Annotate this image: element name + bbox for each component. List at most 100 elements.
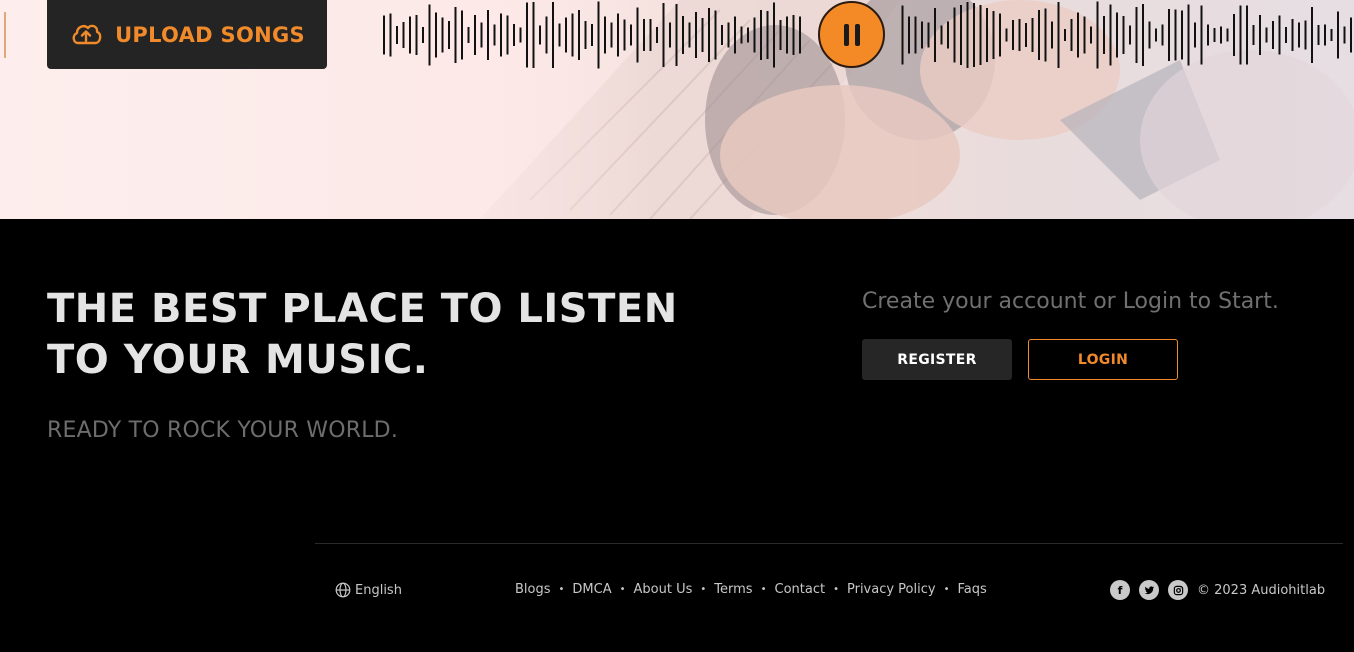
waveform-bar bbox=[539, 25, 541, 45]
language-selector[interactable]: English bbox=[335, 582, 402, 598]
waveform-bar bbox=[934, 8, 936, 62]
waveform-bar bbox=[766, 11, 769, 59]
link-separator: • bbox=[943, 584, 950, 595]
waveform-bar bbox=[454, 7, 457, 63]
waveform-bar bbox=[1337, 11, 1339, 59]
waveform-bar bbox=[1298, 22, 1300, 48]
waveform-bar bbox=[422, 27, 424, 43]
waveform-bar bbox=[1031, 18, 1034, 52]
waveform-bar bbox=[435, 12, 437, 58]
footer-link-contact[interactable]: Contact bbox=[775, 582, 826, 597]
link-separator: • bbox=[558, 584, 565, 595]
hero-banner: UPLOAD SONGS bbox=[0, 0, 1354, 219]
instagram-icon[interactable] bbox=[1168, 580, 1188, 600]
waveform-bar bbox=[1259, 15, 1261, 55]
waveform-bar bbox=[649, 19, 652, 51]
login-button[interactable]: LOGIN bbox=[1028, 339, 1178, 380]
cta-text: Create your account or Login to Start. bbox=[862, 289, 1279, 314]
cloud-upload-icon bbox=[72, 24, 102, 44]
footer-link-privacy-policy[interactable]: Privacy Policy bbox=[847, 582, 936, 597]
waveform-bar bbox=[1194, 22, 1196, 48]
waveform-bar bbox=[734, 16, 736, 54]
waveform-bar bbox=[1291, 19, 1294, 51]
globe-icon bbox=[335, 582, 351, 598]
footer-links: Blogs • DMCA • About Us • Terms • Contact • Privac… bbox=[515, 582, 987, 597]
waveform-bar bbox=[1148, 21, 1151, 49]
waveform-bar bbox=[1311, 7, 1313, 63]
waveform-bar bbox=[1103, 16, 1105, 54]
waveform-bar bbox=[565, 17, 567, 53]
waveform-bar bbox=[708, 8, 710, 62]
waveform-bar bbox=[1155, 28, 1157, 42]
waveform-bar bbox=[940, 25, 943, 45]
waveform-bar bbox=[1350, 17, 1352, 53]
waveform-bar bbox=[786, 16, 788, 54]
footer-link-blogs[interactable]: Blogs bbox=[515, 582, 551, 597]
waveform-bar bbox=[740, 26, 743, 44]
waveform-bar bbox=[1070, 19, 1073, 51]
waveform-bar bbox=[1122, 16, 1125, 54]
waveform-bar bbox=[721, 25, 723, 45]
waveform-bar bbox=[960, 5, 962, 65]
waveform-bar bbox=[1038, 10, 1040, 60]
facebook-icon[interactable]: f bbox=[1110, 580, 1130, 600]
waveform-bar bbox=[1213, 28, 1216, 42]
waveform-bar bbox=[1142, 4, 1144, 66]
waveform-bar bbox=[493, 24, 496, 46]
waveform-bar bbox=[921, 21, 923, 49]
waveform-bar bbox=[519, 27, 522, 43]
headline-line-1: THE BEST PLACE TO LISTEN bbox=[47, 286, 678, 332]
waveform-bar bbox=[901, 5, 904, 65]
waveform-bar bbox=[1077, 12, 1079, 58]
waveform-bar bbox=[953, 7, 956, 63]
waveform-bar bbox=[1018, 19, 1021, 51]
footer-link-faqs[interactable]: Faqs bbox=[958, 582, 987, 597]
waveform-bar bbox=[1239, 5, 1242, 65]
waveform-bar bbox=[597, 1, 600, 69]
waveform-bar bbox=[669, 22, 671, 48]
upload-songs-button[interactable]: UPLOAD SONGS bbox=[47, 0, 327, 69]
waveform-bar bbox=[927, 22, 930, 48]
waveform-bar bbox=[999, 13, 1001, 57]
waveform-bar bbox=[914, 16, 917, 54]
waveform-bar bbox=[1246, 5, 1248, 65]
link-separator: • bbox=[700, 584, 707, 595]
waveform-bar bbox=[643, 19, 645, 51]
waveform-bar bbox=[682, 16, 684, 54]
tagline: READY TO ROCK YOUR WORLD. bbox=[47, 418, 399, 443]
waveform-bar bbox=[532, 2, 535, 68]
waveform-bar bbox=[753, 17, 756, 53]
waveform-bar bbox=[428, 4, 431, 66]
waveform-bar bbox=[558, 23, 561, 47]
waveform-bar bbox=[441, 17, 444, 53]
waveform-bar bbox=[992, 11, 995, 59]
waveform-bar bbox=[675, 4, 678, 66]
waveform-bar bbox=[1220, 26, 1222, 44]
waveform-bar bbox=[513, 24, 515, 46]
footer-link-terms[interactable]: Terms bbox=[714, 582, 752, 597]
waveform-bar bbox=[986, 8, 988, 62]
waveform-bar bbox=[1109, 4, 1112, 66]
waveform-bar bbox=[1051, 21, 1053, 49]
waveform-bar bbox=[1135, 7, 1138, 63]
twitter-icon[interactable] bbox=[1139, 580, 1159, 600]
waveform-bar bbox=[1181, 10, 1183, 60]
link-separator: • bbox=[833, 584, 839, 595]
waveform-bar bbox=[701, 18, 704, 52]
waveform-bar bbox=[714, 10, 717, 60]
waveform-bar bbox=[396, 26, 398, 44]
waveform-bar bbox=[1168, 9, 1170, 61]
register-button[interactable]: REGISTER bbox=[862, 339, 1012, 380]
waveform-bar bbox=[1285, 27, 1287, 43]
footer-link-dmca[interactable]: DMCA bbox=[572, 582, 611, 597]
footer-link-about-us[interactable]: About Us bbox=[634, 582, 693, 597]
waveform-bar bbox=[1265, 27, 1268, 43]
pause-button[interactable] bbox=[818, 1, 885, 68]
waveform-bar bbox=[526, 2, 528, 68]
waveform-bar bbox=[448, 21, 450, 49]
waveform-bar bbox=[1044, 8, 1047, 62]
waveform-bar bbox=[506, 15, 509, 55]
waveform-bar bbox=[604, 16, 606, 54]
waveform-bar bbox=[1330, 29, 1333, 41]
waveform-bar bbox=[1083, 16, 1086, 54]
